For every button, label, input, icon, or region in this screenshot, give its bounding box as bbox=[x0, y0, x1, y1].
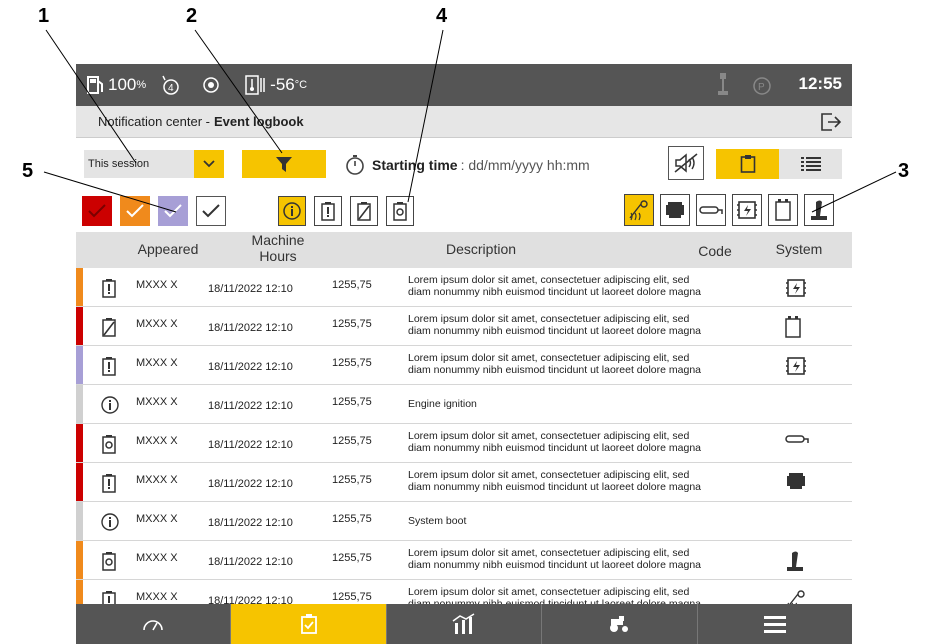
callout-leader-lines bbox=[43, 29, 897, 213]
